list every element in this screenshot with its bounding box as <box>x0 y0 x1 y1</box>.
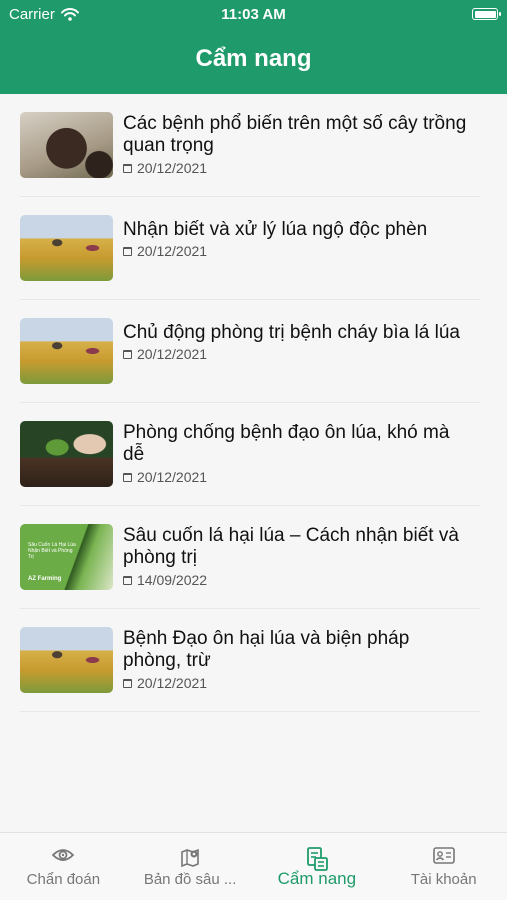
article-thumbnail: Sâu Cuốn Lá Hại Lúa Nhận Biết và Phòng T… <box>20 524 113 590</box>
tab-diagnosis[interactable]: Chẩn đoán <box>0 833 127 900</box>
article-item[interactable]: Sâu Cuốn Lá Hại Lúa Nhận Biết và Phòng T… <box>20 506 480 609</box>
article-date-text: 20/12/2021 <box>137 675 208 691</box>
article-item[interactable]: Các bệnh phổ biến trên một số cây trồng … <box>20 94 480 197</box>
article-title: Các bệnh phổ biến trên một số cây trồng … <box>123 113 467 156</box>
article-date-text: 14/09/2022 <box>137 572 208 588</box>
calendar-icon <box>123 246 132 256</box>
thumbnail-brand: AZ Farming <box>28 576 62 582</box>
article-date: 20/12/2021 <box>123 160 207 176</box>
article-date-text: 20/12/2021 <box>137 346 208 362</box>
article-title: Chủ động phòng trị bệnh cháy bìa lá lúa <box>123 322 460 343</box>
calendar-icon <box>123 678 132 688</box>
eye-icon <box>52 849 75 861</box>
article-date-text: 20/12/2021 <box>137 243 208 259</box>
article-date: 20/12/2021 <box>123 675 207 691</box>
calendar-icon <box>123 163 132 173</box>
article-date-text: 20/12/2021 <box>137 160 208 176</box>
tab-account[interactable]: Tài khoản <box>380 833 507 900</box>
article-thumbnail <box>20 112 113 178</box>
article-title: Sâu cuốn lá hại lúa – Cách nhận biết và … <box>123 525 459 568</box>
status-bar: Carrier 11:03 AM <box>0 0 507 30</box>
article-item[interactable]: Nhận biết và xử lý lúa ngộ độc phèn 20/1… <box>20 197 480 300</box>
article-list: Các bệnh phổ biến trên một số cây trồng … <box>0 94 507 832</box>
page-title: Cẩm nang <box>195 45 312 72</box>
thumbnail-caption: Sâu Cuốn Lá Hại Lúa Nhận Biết và Phòng T… <box>28 542 76 560</box>
tab-label: Chẩn đoán <box>26 871 101 888</box>
article-item[interactable]: Bệnh Đạo ôn hại lúa và biện pháp phòng, … <box>20 609 480 712</box>
tab-pest-map[interactable]: Bản đồ sâu ... <box>127 833 254 900</box>
article-date: 14/09/2022 <box>123 572 207 588</box>
article-thumbnail <box>20 318 113 384</box>
article-thumbnail <box>20 627 113 693</box>
article-item[interactable]: Phòng chống bệnh đạo ôn lúa, khó mà dễ 2… <box>20 403 480 506</box>
calendar-icon <box>123 349 132 359</box>
article-title: Nhận biết và xử lý lúa ngộ độc phèn <box>123 219 428 240</box>
article-title: Bệnh Đạo ôn hại lúa và biện pháp phòng, … <box>123 628 410 671</box>
tab-label: Tài khoản <box>410 871 477 888</box>
article-item[interactable]: Chủ động phòng trị bệnh cháy bìa lá lúa … <box>20 300 480 403</box>
article-title: Phòng chống bệnh đạo ôn lúa, khó mà dễ <box>123 422 450 465</box>
battery-icon <box>472 8 501 20</box>
tab-handbook[interactable]: Cẩm nang <box>254 833 381 900</box>
article-date: 20/12/2021 <box>123 469 207 485</box>
status-time: 11:03 AM <box>221 6 286 23</box>
calendar-icon <box>123 575 132 585</box>
tab-bar: Chẩn đoán Bản đồ sâu ... Cẩm nang Tài kh… <box>0 832 507 900</box>
handbook-icon <box>306 847 328 871</box>
article-date: 20/12/2021 <box>123 346 207 362</box>
article-date: 20/12/2021 <box>123 243 207 259</box>
id-card-icon <box>432 847 455 864</box>
calendar-icon <box>123 472 132 482</box>
tab-label: Cẩm nang <box>277 869 357 888</box>
article-thumbnail <box>20 421 113 487</box>
tab-label: Bản đồ sâu ... <box>143 871 237 888</box>
article-date-text: 20/12/2021 <box>137 469 208 485</box>
map-pin-icon <box>181 848 199 867</box>
app-header: Carrier 11:03 AM Cẩm nang <box>0 0 507 94</box>
article-thumbnail <box>20 215 113 281</box>
